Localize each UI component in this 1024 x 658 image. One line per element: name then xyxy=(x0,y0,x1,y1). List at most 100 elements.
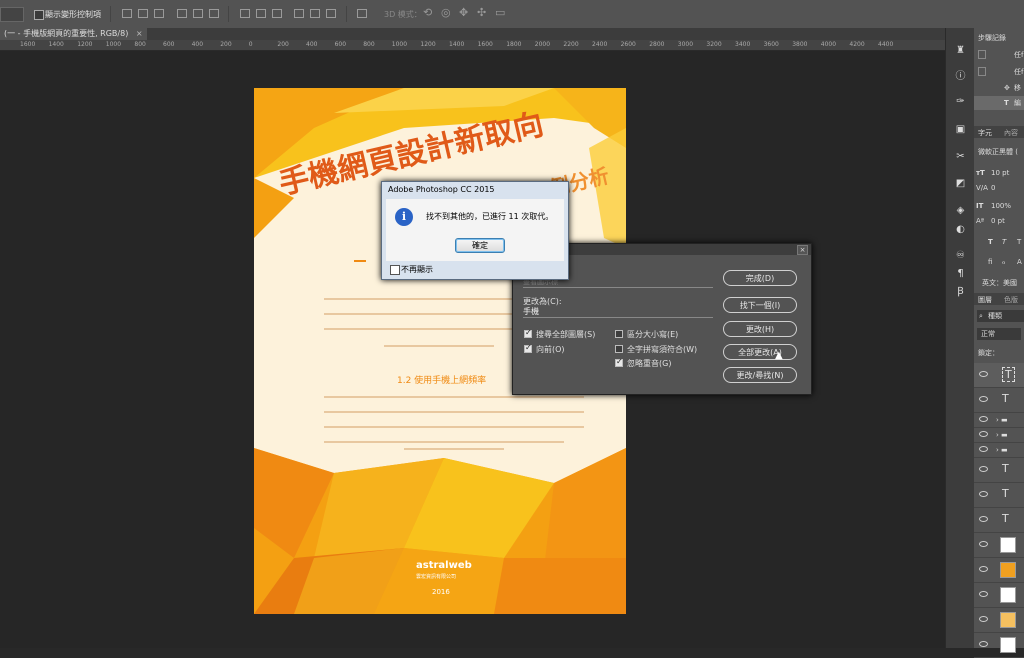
baseline-field[interactable]: 0 pt xyxy=(991,216,1005,226)
align-vcenter-icon[interactable] xyxy=(138,9,148,18)
layer-group-row[interactable]: › ▬ xyxy=(974,413,1024,428)
horizontal-ruler[interactable]: 1600 1400 1200 1000 800 600 400 200 0 200 400 600 80… xyxy=(0,40,945,51)
3d-slide-icon[interactable]: ✣ xyxy=(477,6,486,19)
clone-source-icon[interactable]: ▣ xyxy=(955,124,966,135)
eye-icon[interactable] xyxy=(979,371,988,377)
3d-roll-icon[interactable]: ◎ xyxy=(441,6,451,19)
history-panel-icon[interactable]: ♜ xyxy=(955,45,966,56)
layer-row[interactable]: T xyxy=(974,458,1024,483)
done-button[interactable]: 完成(D) xyxy=(723,270,797,286)
stylistic-icon[interactable]: A xyxy=(1017,257,1022,267)
tool-presets-icon[interactable]: ✂ xyxy=(955,151,966,162)
align-bottom-icon[interactable] xyxy=(154,9,164,18)
layer-row[interactable]: T xyxy=(974,508,1024,533)
history-item[interactable]: 任f xyxy=(1014,50,1023,60)
paragraph-icon[interactable]: ¶ xyxy=(955,268,966,279)
auto-align-icon[interactable] xyxy=(357,9,367,18)
show-transform-checkbox[interactable] xyxy=(34,10,44,20)
eye-icon[interactable] xyxy=(979,396,988,402)
close-icon[interactable]: × xyxy=(136,29,143,38)
info-panel-icon[interactable]: ⓘ xyxy=(955,71,966,82)
align-right-icon[interactable] xyxy=(209,9,219,18)
ruler-tick-label: 3000 xyxy=(677,41,694,48)
language-dropdown[interactable]: 英文：美國 xyxy=(982,278,1017,288)
ignore-accents-checkbox[interactable] xyxy=(615,357,623,367)
ligature-icon[interactable]: ﬁ xyxy=(988,257,992,267)
align-hcenter-icon[interactable] xyxy=(193,9,203,18)
eye-icon[interactable] xyxy=(979,616,988,622)
ordinals-icon[interactable]: ℴ xyxy=(1002,257,1005,267)
3d-rotate-icon[interactable]: ⟲ xyxy=(423,6,432,19)
distribute-bottom-icon[interactable] xyxy=(272,9,282,18)
layer-row[interactable]: T xyxy=(974,388,1024,413)
eye-icon[interactable] xyxy=(979,446,988,452)
layer-row[interactable] xyxy=(974,583,1024,608)
faux-italic-icon[interactable]: T xyxy=(1002,237,1006,247)
font-size-field[interactable]: 10 pt xyxy=(991,168,1009,178)
ruler-tick-label: 4200 xyxy=(849,41,865,48)
find-next-button[interactable]: 找下一個(I) xyxy=(723,297,797,313)
layer-row[interactable] xyxy=(974,633,1024,658)
layer-row[interactable] xyxy=(974,608,1024,633)
dont-show-checkbox[interactable] xyxy=(390,265,400,275)
ruler-tick-label: 200 xyxy=(220,41,232,48)
history-tab[interactable]: 步驟記錄 xyxy=(978,33,1006,43)
character-tab[interactable]: 字元 xyxy=(978,128,992,138)
case-sensitive-checkbox[interactable] xyxy=(615,330,623,338)
distribute-hcenter-icon[interactable] xyxy=(310,9,320,18)
glyphs-icon[interactable]: Ꞵ xyxy=(955,286,966,297)
align-top-icon[interactable] xyxy=(122,9,132,18)
properties-tab[interactable]: 內容 xyxy=(1004,128,1018,138)
distribute-top-icon[interactable] xyxy=(240,9,250,18)
layer-kind-filter[interactable]: 種類 xyxy=(988,311,1002,321)
document-tab[interactable]: (一 - 手機版網頁的重要性, RGB/8) × xyxy=(0,28,147,40)
eye-icon[interactable] xyxy=(979,431,988,437)
layer-group-row[interactable]: › ▬ xyxy=(974,428,1024,443)
history-item[interactable]: 移 xyxy=(1014,83,1021,93)
eye-icon[interactable] xyxy=(979,516,988,522)
vertical-scale-field[interactable]: 100% xyxy=(991,201,1011,211)
distribute-vcenter-icon[interactable] xyxy=(256,9,266,18)
kerning-field[interactable]: 0 xyxy=(991,183,995,193)
swatches-icon[interactable]: ◐ xyxy=(955,224,966,235)
search-all-layers-checkbox[interactable] xyxy=(524,328,532,338)
3d-scale-icon[interactable]: ▭ xyxy=(495,6,505,19)
3d-panel-icon[interactable]: ◈ xyxy=(955,205,966,216)
layer-group-row[interactable]: › ▬ xyxy=(974,443,1024,458)
3d-drag-icon[interactable]: ✥ xyxy=(459,6,468,19)
eye-icon[interactable] xyxy=(979,541,988,547)
vertical-scale-icon: IT xyxy=(976,202,984,210)
layer-row[interactable]: T xyxy=(974,363,1024,388)
eye-icon[interactable] xyxy=(979,416,988,422)
eye-icon[interactable] xyxy=(979,491,988,497)
close-icon[interactable]: × xyxy=(797,245,808,255)
whole-word-checkbox[interactable] xyxy=(615,345,623,353)
forward-checkbox[interactable] xyxy=(524,343,532,353)
distribute-left-icon[interactable] xyxy=(294,9,304,18)
distribute-right-icon[interactable] xyxy=(326,9,336,18)
libraries-icon[interactable]: ♾ xyxy=(955,250,966,261)
all-caps-icon[interactable]: T xyxy=(1017,237,1021,247)
layer-row[interactable] xyxy=(974,533,1024,558)
faux-bold-icon[interactable]: T xyxy=(988,237,993,247)
align-left-icon[interactable] xyxy=(177,9,187,18)
font-family-field[interactable]: 微軟正黑體 ( xyxy=(978,147,1018,157)
layer-row[interactable]: T xyxy=(974,483,1024,508)
adjustments-icon[interactable]: ◩ xyxy=(955,178,966,189)
history-item[interactable]: 編 xyxy=(1014,98,1021,108)
change-button[interactable]: 更改(H) xyxy=(723,321,797,337)
eye-icon[interactable] xyxy=(979,641,988,647)
tool-preset-dropdown[interactable] xyxy=(0,7,24,22)
change-all-button[interactable]: 全部更改(A) xyxy=(723,344,797,360)
change-find-button[interactable]: 更改/尋找(N) xyxy=(723,367,797,383)
eye-icon[interactable] xyxy=(979,591,988,597)
layers-tab[interactable]: 圖層 xyxy=(978,295,992,305)
history-item[interactable]: 任f xyxy=(1014,67,1023,77)
ok-button[interactable]: 確定 xyxy=(455,238,505,253)
brush-panel-icon[interactable]: ✑ xyxy=(955,96,966,107)
layer-row[interactable] xyxy=(974,558,1024,583)
eye-icon[interactable] xyxy=(979,566,988,572)
channels-tab[interactable]: 色版 xyxy=(1004,295,1018,305)
change-to-field[interactable]: 手機 xyxy=(523,306,713,318)
eye-icon[interactable] xyxy=(979,466,988,472)
